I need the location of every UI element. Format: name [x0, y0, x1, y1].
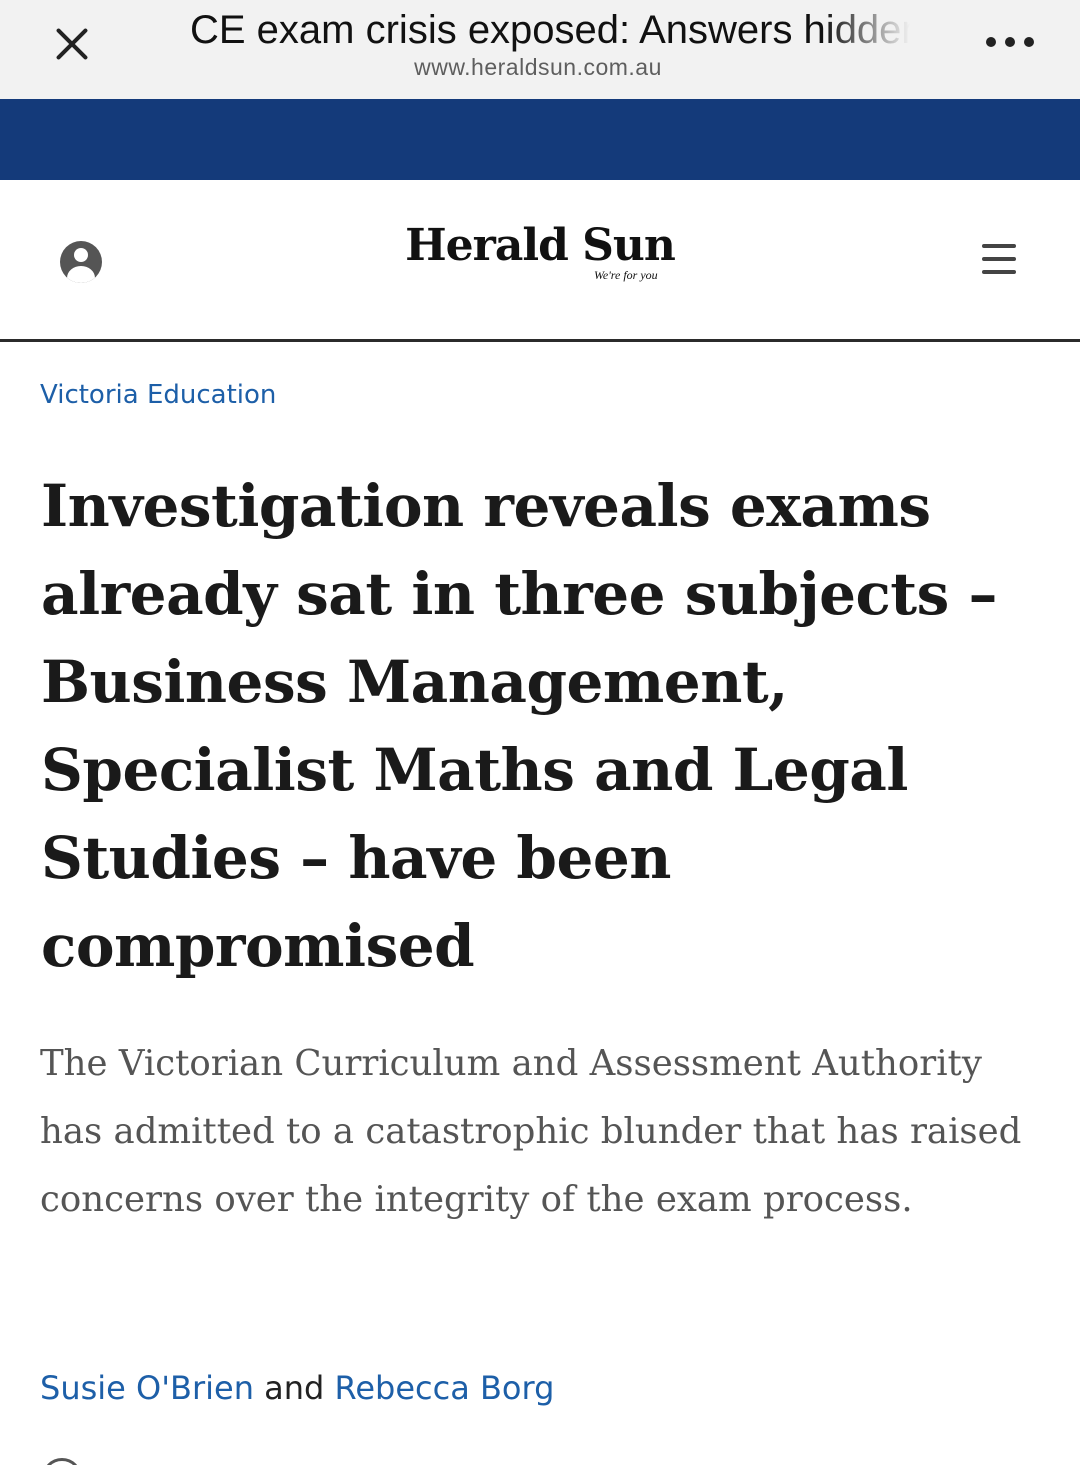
- logo-tagline: We're for you: [594, 268, 658, 282]
- article-category-link[interactable]: Victoria Education: [40, 380, 276, 410]
- author-link[interactable]: Rebecca Borg: [335, 1369, 555, 1407]
- avatar: [42, 1458, 82, 1465]
- more-options-icon[interactable]: [980, 30, 1040, 54]
- author-joiner: and: [264, 1369, 325, 1407]
- site-header: Herald Sun We're for you: [0, 180, 1080, 342]
- article-standfirst: The Victorian Curriculum and Assessment …: [40, 1043, 1022, 1220]
- hamburger-menu-icon[interactable]: [982, 244, 1016, 276]
- user-account-icon[interactable]: [60, 241, 102, 283]
- site-logo[interactable]: Herald Sun We're for you: [340, 218, 740, 282]
- page-url: www.heraldsun.com.au: [414, 54, 662, 80]
- logo-name: Herald Sun: [405, 220, 676, 271]
- author-link[interactable]: Susie O'Brien: [40, 1369, 254, 1407]
- site-banner: [0, 99, 1080, 180]
- article-byline: Susie O'Brien and Rebecca Borg: [40, 1364, 554, 1412]
- browser-top-bar: CE exam crisis exposed: Answers hidden w…: [0, 0, 1080, 100]
- page-title: CE exam crisis exposed: Answers hidden: [190, 8, 910, 52]
- article-headline: Investigation reveals exams already sat …: [41, 472, 997, 980]
